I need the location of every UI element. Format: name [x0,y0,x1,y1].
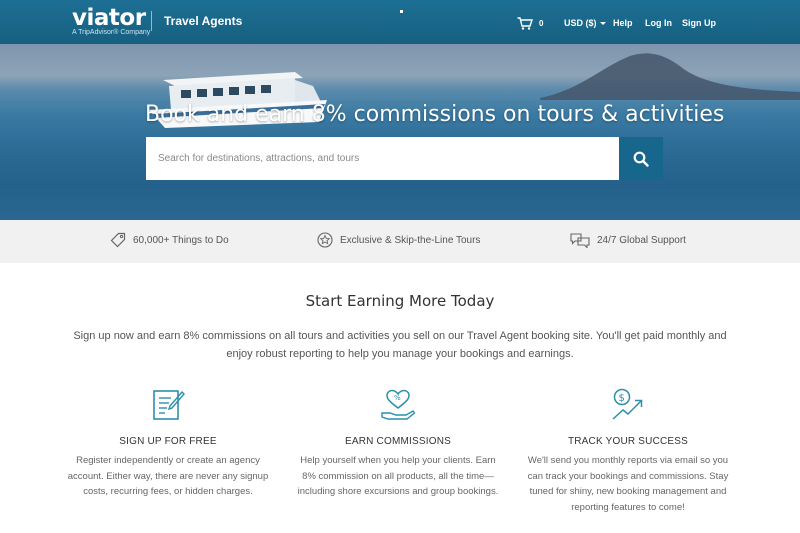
benefit-commissions: % EARN COMMISSIONS Help yourself when yo… [293,388,503,500]
login-link[interactable]: Log In [645,18,672,28]
cart-button[interactable]: 0 [517,15,543,31]
svg-text:%: % [394,394,401,402]
cart-count: 0 [539,18,544,28]
feature-global-support: 24/7 Global Support [570,232,686,248]
benefit-track-success: $ TRACK YOUR SUCCESS We'll send you mont… [523,388,733,515]
feature-label: 24/7 Global Support [597,234,686,246]
benefit-signup: SIGN UP FOR FREE Register independently … [63,388,273,500]
benefit-title: EARN COMMISSIONS [345,436,451,447]
hero-banner: Book and earn 8% commissions on tours & … [0,44,800,220]
benefit-description: Help yourself when you help your clients… [297,455,499,497]
benefit-title: TRACK YOUR SUCCESS [567,436,689,447]
top-navbar: viator A TripAdvisor® Company Travel Age… [0,0,800,44]
section-heading: Start Earning More Today [305,292,495,310]
signup-link[interactable]: Sign Up [682,18,716,28]
search-input[interactable] [146,137,619,180]
hero-title: Book and earn 8% commissions on tours & … [145,102,725,127]
svg-text:$: $ [619,393,625,404]
chevron-down-icon [599,22,606,26]
header-divider [151,11,152,31]
features-strip: 60,000+ Things to Do Exclusive & Skip-th… [0,220,800,263]
feature-things-to-do: 60,000+ Things to Do [110,232,229,248]
dollar-growth-icon: $ [612,388,643,420]
logo-wordmark: viator [72,5,146,31]
search-icon [633,151,649,167]
signup-form-icon [153,390,185,420]
search-button[interactable] [619,137,663,180]
cart-icon [517,16,533,30]
feature-label: Exclusive & Skip-the-Line Tours [340,234,481,246]
viator-logo[interactable]: viator A TripAdvisor® Company [72,6,150,36]
search-bar [146,137,663,180]
section-title: Travel Agents [164,14,243,28]
help-link[interactable]: Help [613,18,633,28]
benefit-title: SIGN UP FOR FREE [119,436,217,447]
currency-selector[interactable]: USD ($) [564,18,606,28]
benefit-description: Register independently or create an agen… [67,455,269,497]
tag-icon [110,232,126,248]
feature-exclusive-tours: Exclusive & Skip-the-Line Tours [317,232,480,248]
mountain-illustration [540,53,800,100]
logo-tagline: A TripAdvisor® Company [72,29,151,36]
chat-bubbles-icon [570,233,590,248]
feature-label: 60,000+ Things to Do [133,234,229,246]
heart-percent-hand-icon: % [381,389,416,420]
currency-label: USD ($) [564,18,597,28]
benefit-description: We'll send you monthly reports via email… [527,455,729,513]
header-dot [400,10,403,13]
section-intro: Sign up now and earn 8% commissions on a… [73,330,727,360]
star-badge-icon [317,232,333,248]
